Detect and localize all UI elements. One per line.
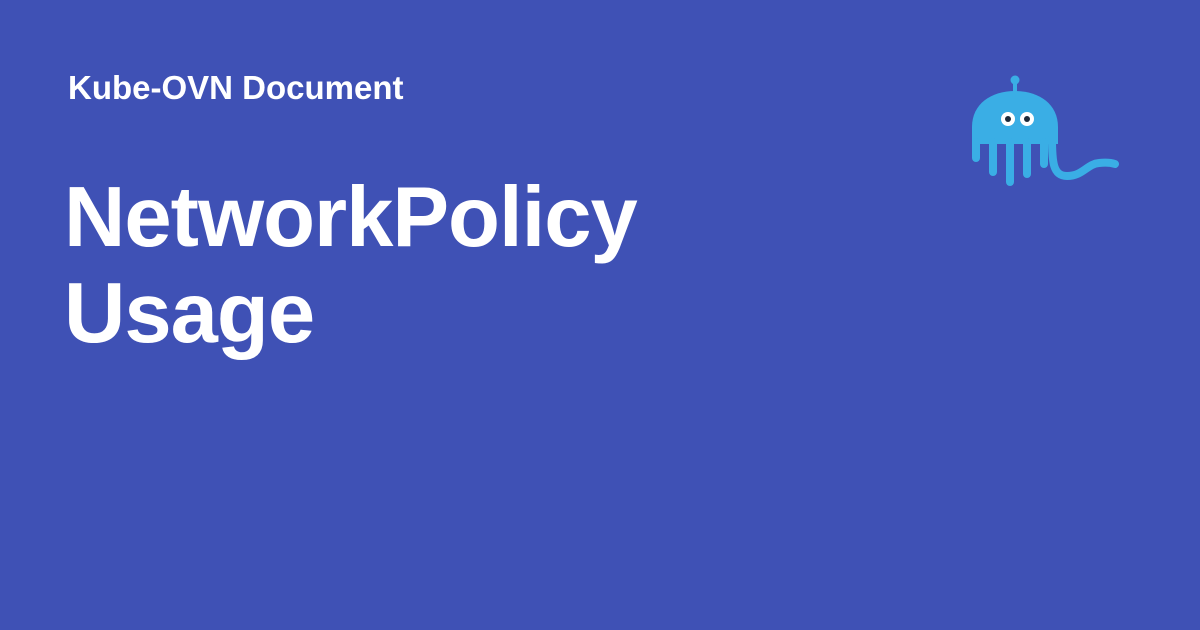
page-title-line-1: NetworkPolicy [64,170,638,265]
kube-ovn-octopus-icon [965,72,1120,192]
social-card: Kube-OVN Document NetworkPolicy Usage [0,0,1200,630]
site-name: Kube-OVN Document [68,69,404,106]
page-title-line-2: Usage [64,266,315,361]
page-title: NetworkPolicy Usage [64,170,884,362]
